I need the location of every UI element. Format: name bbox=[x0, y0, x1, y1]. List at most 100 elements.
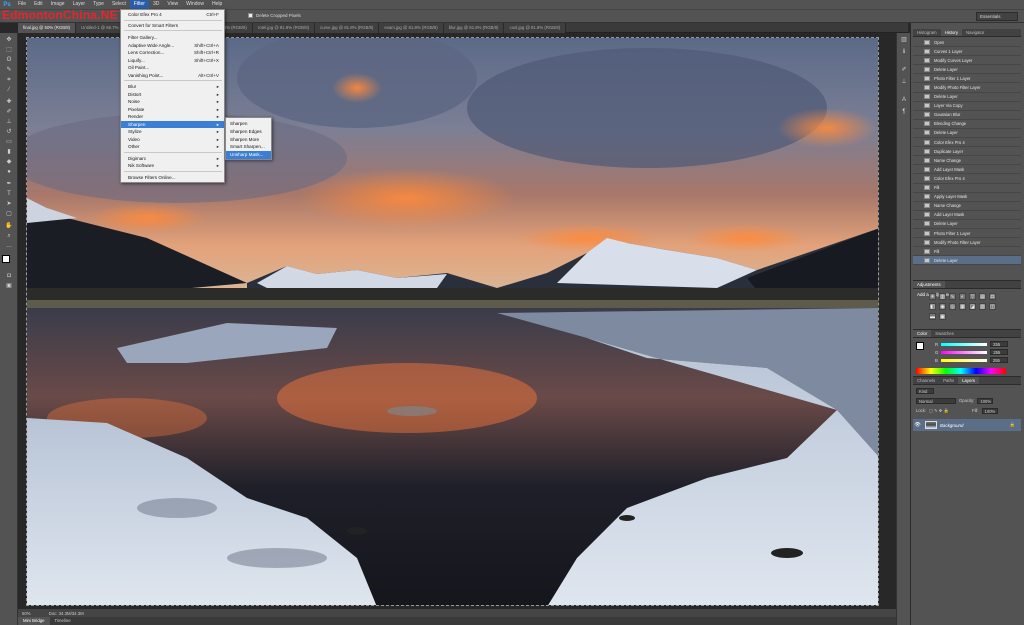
history-item[interactable]: Color Efex Pro 4 bbox=[913, 138, 1021, 148]
history-item[interactable]: Color Efex Pro 4 bbox=[913, 174, 1021, 184]
history-item[interactable]: Add Layer Mask bbox=[913, 165, 1021, 175]
history-item[interactable]: Name Change bbox=[913, 202, 1021, 211]
blend-mode-select[interactable]: Normal bbox=[916, 397, 956, 404]
brush-tool-icon[interactable]: ✐ bbox=[3, 109, 15, 116]
filter-menu-item[interactable]: Convert for Smart Filters bbox=[121, 22, 224, 29]
path-select-tool-icon[interactable]: ➤ bbox=[3, 201, 15, 208]
sharpen-menu-item[interactable]: Sharpen bbox=[226, 120, 271, 128]
selective-color-icon[interactable]: ▣ bbox=[939, 313, 946, 320]
screen-mode-icon[interactable]: ▣ bbox=[3, 283, 15, 290]
tab-history[interactable]: History bbox=[940, 29, 962, 36]
filter-menu-item[interactable]: Browse Filters Online... bbox=[121, 174, 224, 181]
filter-menu-item[interactable]: Pixelate ▸ bbox=[121, 106, 224, 113]
clone-source-panel-icon[interactable]: ⊥ bbox=[900, 79, 908, 86]
history-item[interactable]: Open bbox=[913, 38, 1021, 48]
filter-menu-item[interactable]: Filter Gallery... bbox=[121, 34, 224, 41]
color-foreground-swatch[interactable] bbox=[916, 342, 924, 350]
pen-tool-icon[interactable]: ✒ bbox=[3, 181, 15, 188]
filter-menu-item[interactable]: Blur ▸ bbox=[121, 83, 224, 90]
blue-slider[interactable]: B 255 bbox=[935, 357, 1017, 363]
tab-adjustments[interactable]: Adjustments bbox=[913, 281, 945, 288]
black-white-icon[interactable]: ◧ bbox=[929, 303, 936, 310]
marquee-tool-icon[interactable]: ⬚ bbox=[3, 47, 15, 54]
posterize-icon[interactable]: ▨ bbox=[979, 303, 986, 310]
shape-tool-icon[interactable]: ▢ bbox=[3, 211, 15, 218]
red-slider[interactable]: R 255 bbox=[935, 341, 1017, 347]
history-item[interactable]: Delete Layer bbox=[913, 93, 1021, 102]
history-item[interactable]: Modify Curves Layer bbox=[913, 56, 1021, 66]
layer-name[interactable]: Background bbox=[940, 423, 1010, 428]
menu-window[interactable]: Window bbox=[182, 0, 208, 9]
edit-toolbar-icon[interactable]: … bbox=[3, 243, 15, 250]
tab-blur[interactable]: blur.jpg @ 81.8% (RGB/8) bbox=[443, 23, 505, 33]
lasso-tool-icon[interactable]: ʘ bbox=[3, 57, 15, 64]
zoom-tool-icon[interactable]: ⌕ bbox=[3, 233, 15, 240]
tab-exam[interactable]: exam.jpg @ 81.8% (RGB/8) bbox=[379, 23, 444, 33]
hue-saturation-icon[interactable]: ▤ bbox=[979, 293, 986, 300]
filter-menu-item[interactable]: Stylize ▸ bbox=[121, 128, 224, 135]
sharpen-menu-item[interactable]: Sharpen Edges bbox=[226, 128, 271, 136]
green-bar[interactable] bbox=[941, 350, 988, 354]
menu-filter[interactable]: Filter bbox=[129, 0, 149, 9]
tab-timeline[interactable]: Timeline bbox=[50, 617, 76, 625]
opacity-field[interactable]: 100% bbox=[977, 397, 994, 404]
sharpen-menu-item[interactable]: Smart Sharpen... bbox=[226, 143, 271, 151]
fill-field[interactable]: 100% bbox=[981, 407, 998, 414]
filter-menu-item[interactable]: Sharpen ▸ bbox=[121, 120, 224, 128]
red-value[interactable]: 255 bbox=[990, 341, 1009, 347]
tab-swatches[interactable]: Swatches bbox=[931, 330, 958, 337]
filter-menu-item[interactable]: Video ▸ bbox=[121, 136, 224, 143]
filter-menu-item[interactable]: Noise ▸ bbox=[121, 98, 224, 105]
color-balance-icon[interactable]: ⚖ bbox=[989, 293, 996, 300]
type-tool-icon[interactable]: T bbox=[3, 191, 15, 198]
paragraph-panel-icon[interactable]: ¶ bbox=[900, 109, 908, 116]
photo-filter-icon[interactable]: ◉ bbox=[939, 303, 946, 310]
tab-cool[interactable]: cool.jpg @ 81.8% (RGB/8) bbox=[504, 23, 567, 33]
lock-icons[interactable]: ▢ ✎ ✥ 🔒 bbox=[929, 408, 969, 414]
history-item[interactable]: Modify Photo Filter Layer bbox=[913, 83, 1021, 93]
history-item[interactable]: Blending Change bbox=[913, 120, 1021, 129]
histogram-panel-icon[interactable]: ▥ bbox=[900, 37, 908, 44]
hand-tool-icon[interactable]: ✋ bbox=[3, 223, 15, 230]
history-item[interactable]: Delete Layer bbox=[913, 256, 1021, 266]
tab-layers[interactable]: Layers bbox=[958, 377, 980, 384]
filter-menu-item[interactable]: Render ▸ bbox=[121, 113, 224, 120]
channel-mixer-icon[interactable]: ◎ bbox=[949, 303, 956, 310]
menu-view[interactable]: View bbox=[163, 0, 182, 9]
tab-paths[interactable]: Paths bbox=[939, 377, 958, 384]
healing-tool-icon[interactable]: ✚ bbox=[3, 99, 15, 106]
levels-icon[interactable]: ▥ bbox=[939, 293, 946, 300]
menu-help[interactable]: Help bbox=[208, 0, 226, 9]
crop-tool-icon[interactable]: ⌗ bbox=[3, 77, 15, 84]
tab-curve[interactable]: curve.jpg @ 81.8% (RGB/8) bbox=[315, 23, 380, 33]
history-brush-tool-icon[interactable]: ↺ bbox=[3, 129, 15, 136]
stamp-tool-icon[interactable]: ⊥ bbox=[3, 119, 15, 126]
tab-navigator[interactable]: Navigator bbox=[962, 29, 988, 36]
gradient-tool-icon[interactable]: ▮ bbox=[3, 149, 15, 156]
checkbox-icon[interactable] bbox=[248, 13, 253, 18]
history-item[interactable]: Delete Layer bbox=[913, 65, 1021, 75]
filter-menu-item[interactable]: Lens Correction... Shift+Ctrl+R bbox=[121, 49, 224, 56]
menu-3d[interactable]: 3D bbox=[149, 0, 163, 9]
invert-icon[interactable]: ◪ bbox=[969, 303, 976, 310]
tab-histogram[interactable]: Histogram bbox=[913, 29, 941, 36]
color-lookup-icon[interactable]: ▦ bbox=[959, 303, 966, 310]
brush-panel-icon[interactable]: ✐ bbox=[900, 67, 908, 74]
history-item[interactable]: Name Change bbox=[913, 156, 1021, 166]
layer-row-background[interactable]: 👁 Background 🔒 bbox=[913, 419, 1021, 431]
blue-bar[interactable] bbox=[940, 358, 987, 362]
tab-rotel[interactable]: rotel.jpg @ 81.8% (RGB/8) bbox=[252, 23, 316, 33]
green-value[interactable]: 255 bbox=[990, 349, 1009, 355]
layer-kind-filter[interactable]: Kind bbox=[916, 387, 934, 394]
quick-select-tool-icon[interactable]: ✎ bbox=[3, 67, 15, 74]
dodge-tool-icon[interactable]: ● bbox=[3, 169, 15, 176]
filter-menu-item[interactable]: Liquify... Shift+Ctrl+X bbox=[121, 57, 224, 64]
history-item[interactable]: Fill bbox=[913, 247, 1021, 257]
history-item[interactable]: Photo Filter 1 Layer bbox=[913, 74, 1021, 84]
history-item[interactable]: Add Layer Mask bbox=[913, 211, 1021, 220]
filter-menu-item[interactable]: Nik Software ▸ bbox=[121, 162, 224, 169]
blue-value[interactable]: 255 bbox=[989, 357, 1008, 363]
history-item[interactable]: Modify Photo Filter Layer bbox=[913, 238, 1021, 248]
vibrance-icon[interactable]: ▽ bbox=[969, 293, 976, 300]
workspace-select[interactable]: Essentials bbox=[976, 12, 1018, 21]
